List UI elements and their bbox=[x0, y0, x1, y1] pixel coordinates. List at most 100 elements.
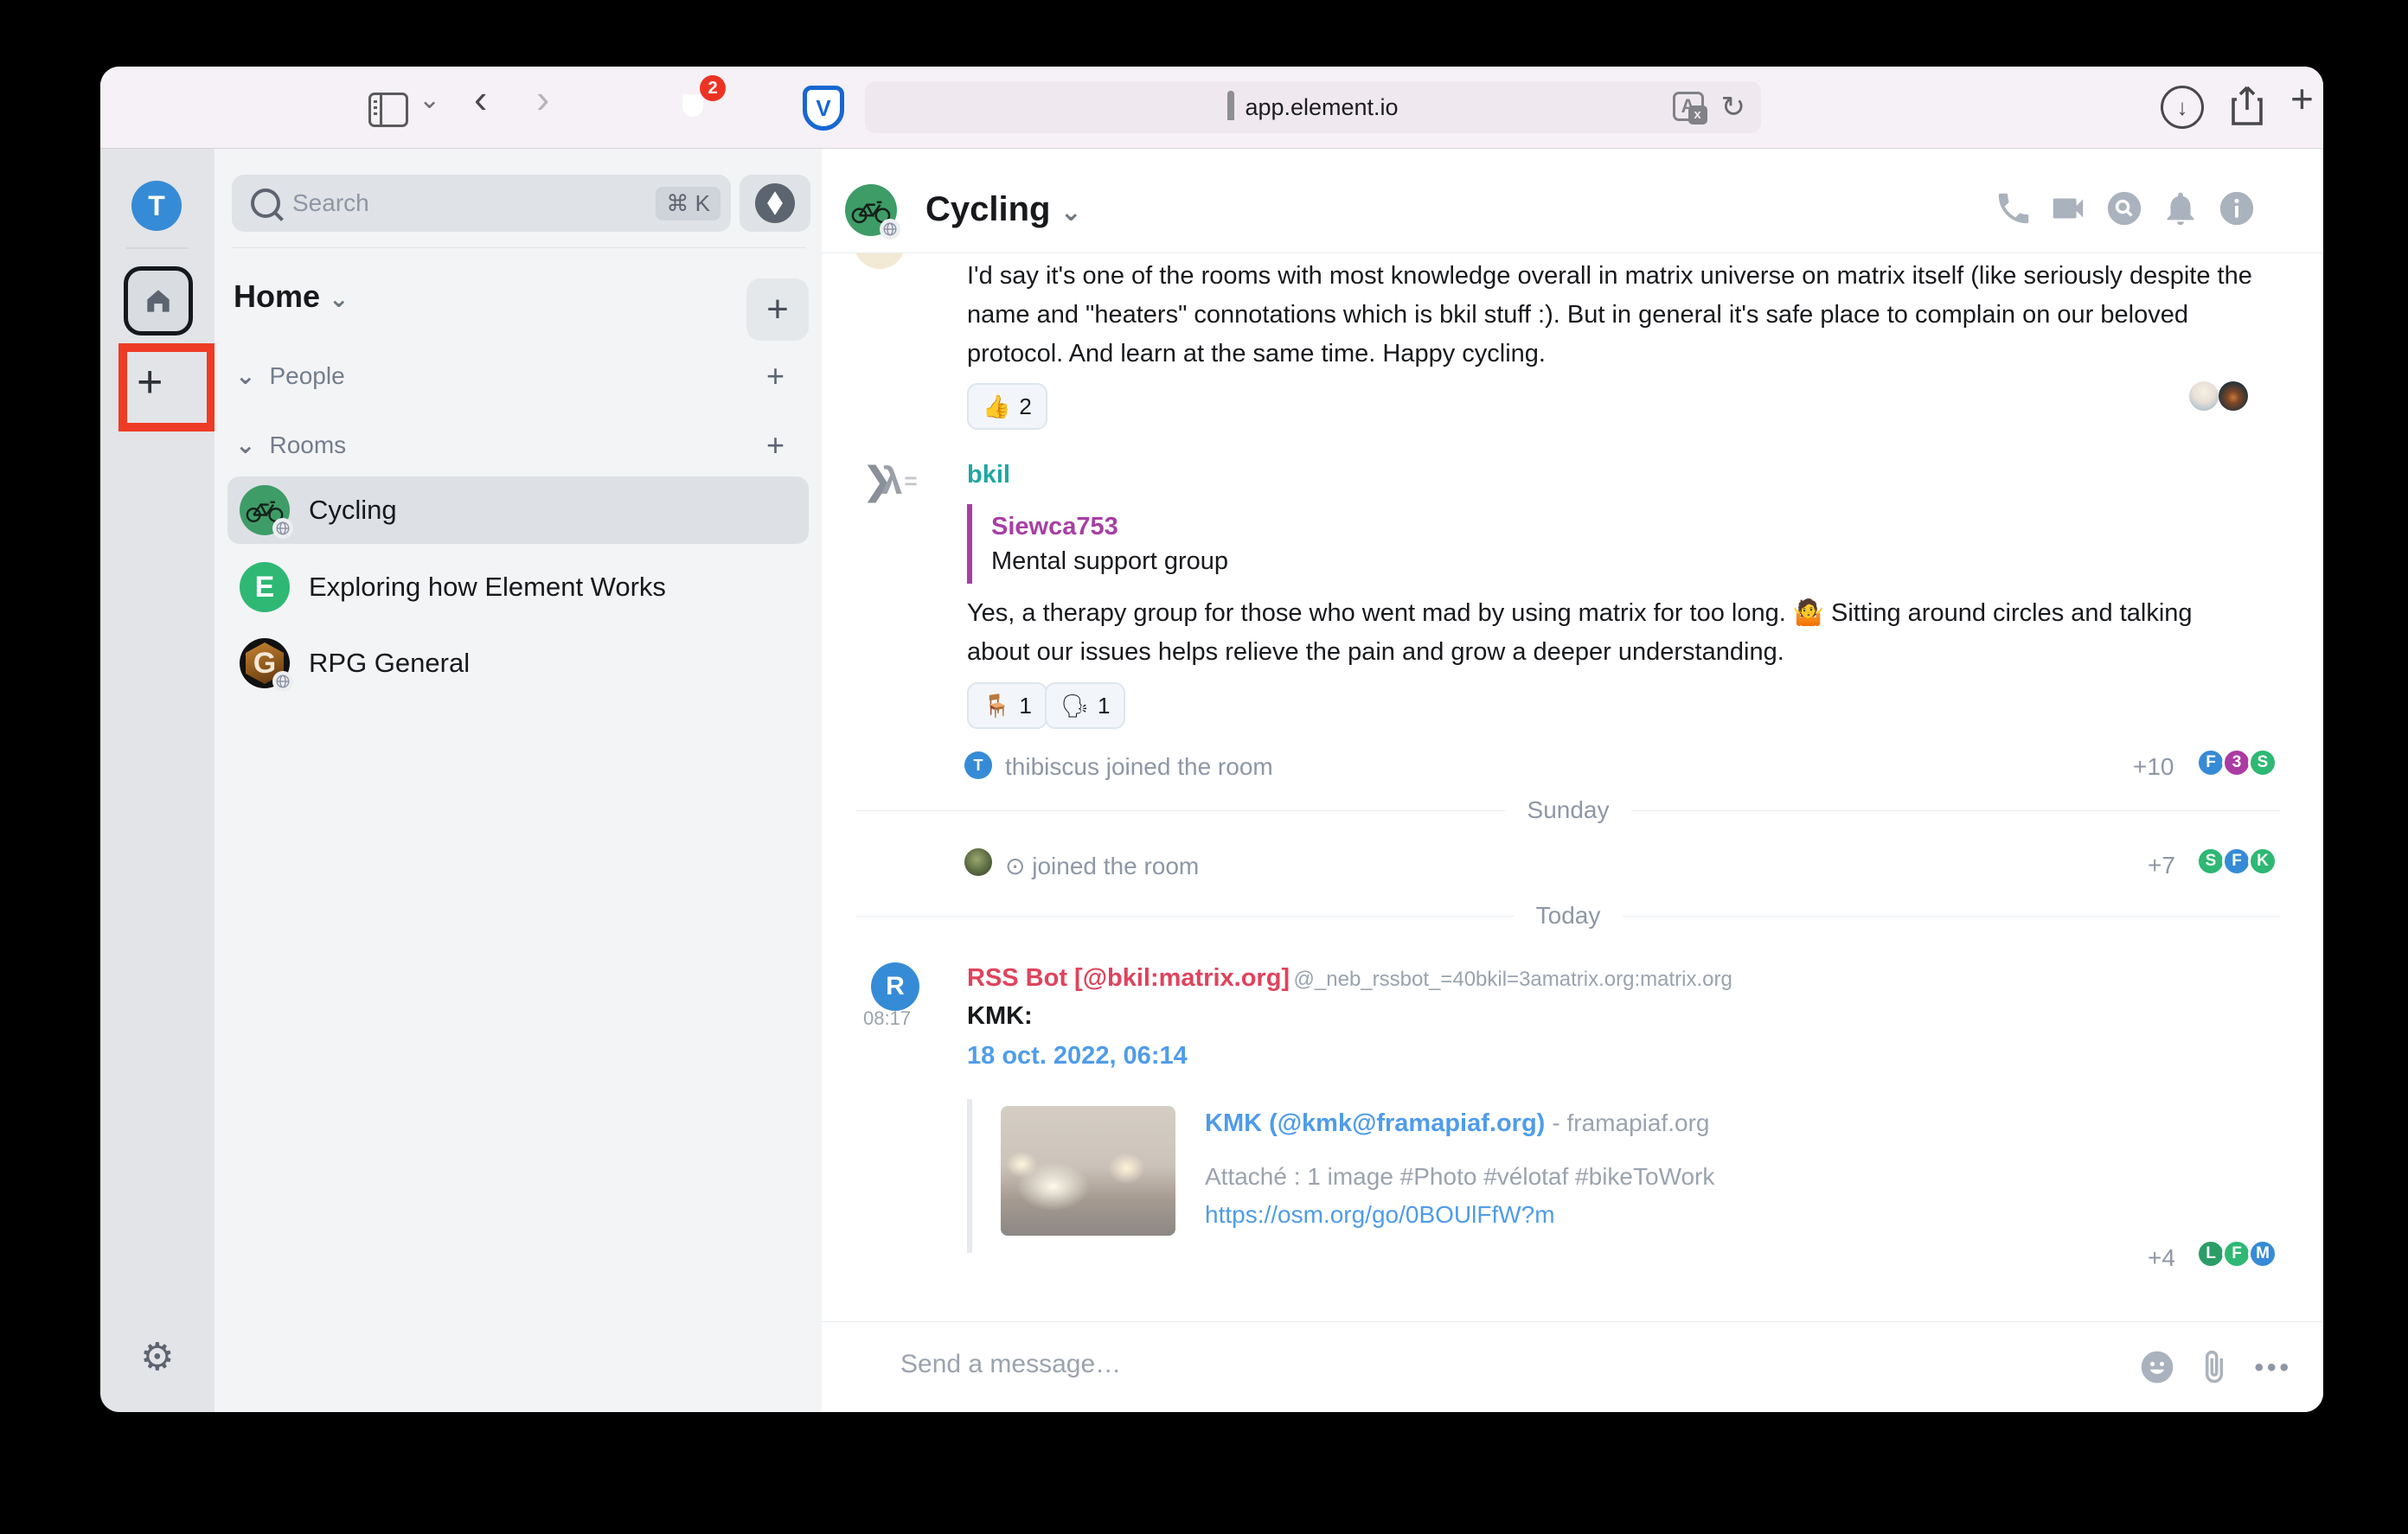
date-divider: Sunday bbox=[856, 796, 2280, 824]
read-receipt-overflow: +7 bbox=[2148, 852, 2175, 879]
haskell-logo-avatar[interactable]: ❯λ= bbox=[861, 459, 918, 503]
message-composer: Send a message… ••• bbox=[822, 1321, 2323, 1412]
attachment-icon[interactable] bbox=[2195, 1348, 2233, 1386]
preview-thumbnail-image[interactable] bbox=[1001, 1106, 1175, 1236]
create-space-button[interactable]: + bbox=[137, 360, 163, 405]
space-panel: T + ⚙ bbox=[100, 149, 215, 1412]
new-tab-button[interactable]: + bbox=[2290, 79, 2314, 118]
reaction-emoji: 👍 bbox=[983, 393, 1010, 420]
message-text: I'd say it's one of the rooms with most … bbox=[967, 257, 2258, 374]
search-input[interactable]: Search ⌘ K bbox=[232, 175, 731, 232]
room-title[interactable]: Cycling ⌄ bbox=[925, 190, 1082, 229]
sidebar-toggle-icon[interactable] bbox=[368, 93, 408, 127]
search-icon bbox=[251, 189, 280, 218]
read-receipt-avatar[interactable]: S bbox=[2248, 748, 2277, 777]
add-people-button[interactable]: + bbox=[766, 358, 785, 394]
address-bar[interactable]: app.element.io A x ↻ bbox=[865, 81, 1761, 133]
message-sender[interactable]: bkil bbox=[967, 461, 1010, 489]
url-preview-card: KMK (@kmk@framapiaf.org) - framapiaf.org… bbox=[967, 1099, 2270, 1253]
reload-icon[interactable]: ↻ bbox=[1721, 90, 1746, 125]
add-rooms-button[interactable]: + bbox=[766, 427, 785, 463]
composer-input[interactable]: Send a message… bbox=[900, 1350, 1121, 1379]
chevron-down-icon: ⌄ bbox=[235, 431, 255, 459]
joined-user-avatar[interactable]: T bbox=[964, 751, 992, 779]
preview-title-link[interactable]: KMK (@kmk@framapiaf.org) bbox=[1205, 1109, 1545, 1137]
settings-gear-icon[interactable]: ⚙ bbox=[140, 1335, 174, 1379]
join-event-text: thibiscus joined the room bbox=[1005, 753, 1273, 781]
extension-badge: 2 bbox=[700, 75, 726, 101]
preview-osm-link[interactable]: https://osm.org/go/0BOUlFfW?m bbox=[1205, 1201, 1555, 1229]
room-search-icon[interactable] bbox=[2104, 189, 2146, 230]
rpg-room-avatar: G bbox=[240, 638, 290, 688]
message-sender[interactable]: RSS Bot [@bkil:matrix.org] bbox=[967, 964, 1290, 992]
read-receipt-avatar[interactable]: S bbox=[2196, 847, 2225, 876]
room-item-exploring[interactable]: E Exploring how Element Works bbox=[227, 553, 809, 621]
lock-icon bbox=[1227, 94, 1234, 121]
room-item-cycling[interactable]: Cycling bbox=[227, 476, 809, 544]
read-receipt-overflow: +4 bbox=[2148, 1244, 2175, 1272]
rss-bot-avatar[interactable]: R bbox=[871, 962, 919, 1011]
chevron-down-icon[interactable]: ⌄ bbox=[419, 80, 440, 120]
read-receipt-avatar[interactable]: L bbox=[2196, 1239, 2225, 1269]
section-people[interactable]: ⌄ People + bbox=[235, 361, 345, 390]
pocket-extension-icon[interactable]: V bbox=[803, 86, 844, 131]
share-button[interactable] bbox=[2226, 84, 2268, 133]
public-room-badge bbox=[272, 671, 293, 692]
forward-button[interactable]: › bbox=[536, 79, 549, 118]
downloads-button[interactable]: ↓ bbox=[2161, 86, 2204, 129]
joined-user-avatar[interactable] bbox=[964, 848, 992, 876]
message-sender-row: RSS Bot [@bkil:matrix.org] @_neb_rssbot_… bbox=[967, 964, 1732, 993]
browser-toolbar: ⌄ ‹ › 2 V app.element.io A x ↻ bbox=[100, 67, 2323, 149]
read-receipt-overflow: +10 bbox=[2133, 753, 2174, 781]
home-space-button[interactable] bbox=[124, 266, 193, 336]
privacy-shield-extension-icon[interactable] bbox=[738, 86, 779, 131]
room-header: Cycling ⌄ bbox=[822, 149, 2323, 253]
room-item-rpg[interactable]: G RPG General bbox=[227, 630, 809, 697]
message-timeline[interactable]: I'd say it's one of the rooms with most … bbox=[822, 253, 2323, 1321]
video-call-icon[interactable] bbox=[2048, 189, 2090, 230]
add-room-button[interactable]: + bbox=[746, 278, 809, 341]
divider bbox=[232, 247, 806, 248]
reply-quote[interactable]: Siewca753 Mental support group bbox=[967, 504, 1228, 584]
public-room-badge bbox=[880, 219, 900, 240]
reaction-emoji: 🗣 bbox=[1060, 693, 1089, 719]
voice-call-icon[interactable] bbox=[1994, 189, 2035, 230]
reaction-emoji: 🪑 bbox=[983, 693, 1010, 719]
translate-icon[interactable]: A x bbox=[1673, 90, 1707, 125]
read-receipt-avatar[interactable] bbox=[2189, 381, 2219, 411]
room-header-avatar[interactable] bbox=[845, 184, 897, 236]
section-rooms[interactable]: ⌄ Rooms + bbox=[235, 431, 346, 459]
room-info-icon[interactable] bbox=[2217, 189, 2258, 230]
space-name-heading[interactable]: Home ⌄ bbox=[234, 278, 349, 315]
explore-rooms-button[interactable] bbox=[740, 175, 810, 232]
message-text: Yes, a therapy group for those who went … bbox=[967, 594, 2258, 672]
user-avatar[interactable]: T bbox=[131, 181, 182, 231]
notifications-icon[interactable] bbox=[2161, 189, 2202, 230]
click-annotation-box bbox=[118, 343, 215, 431]
read-receipt-avatar[interactable]: F bbox=[2222, 1239, 2251, 1269]
chevron-down-icon: ⌄ bbox=[329, 285, 349, 312]
back-button[interactable]: ‹ bbox=[474, 79, 487, 118]
adblock-extension-icon[interactable]: 2 bbox=[672, 86, 714, 131]
reaction-pill[interactable]: 🪑 1 bbox=[967, 682, 1047, 729]
date-divider: Today bbox=[856, 902, 2280, 930]
message-timestamp: 08:17 bbox=[863, 1007, 911, 1030]
message-text: KMK: bbox=[967, 1002, 1033, 1031]
read-receipt-avatar[interactable]: F bbox=[2196, 748, 2225, 777]
read-receipt-avatar[interactable]: 3 bbox=[2222, 748, 2251, 777]
search-shortcut-badge: ⌘ K bbox=[656, 187, 720, 221]
sender-avatar-partial bbox=[854, 253, 906, 269]
message-date-link[interactable]: 18 oct. 2022, 06:14 bbox=[967, 1042, 1188, 1071]
reply-sender[interactable]: Siewca753 bbox=[991, 509, 1228, 544]
read-receipt-avatar[interactable]: M bbox=[2248, 1239, 2277, 1269]
reaction-pill[interactable]: 🗣 1 bbox=[1045, 682, 1125, 729]
more-options-icon[interactable]: ••• bbox=[2254, 1353, 2292, 1383]
read-receipt-avatar[interactable] bbox=[2219, 381, 2248, 411]
reaction-count: 2 bbox=[1019, 393, 1031, 420]
divider bbox=[126, 247, 189, 249]
compass-icon bbox=[755, 183, 795, 223]
read-receipt-avatar[interactable]: F bbox=[2222, 847, 2251, 876]
emoji-picker-icon[interactable] bbox=[2138, 1348, 2176, 1386]
reaction-pill[interactable]: 👍 2 bbox=[967, 383, 1047, 430]
read-receipt-avatar[interactable]: K bbox=[2248, 847, 2277, 876]
